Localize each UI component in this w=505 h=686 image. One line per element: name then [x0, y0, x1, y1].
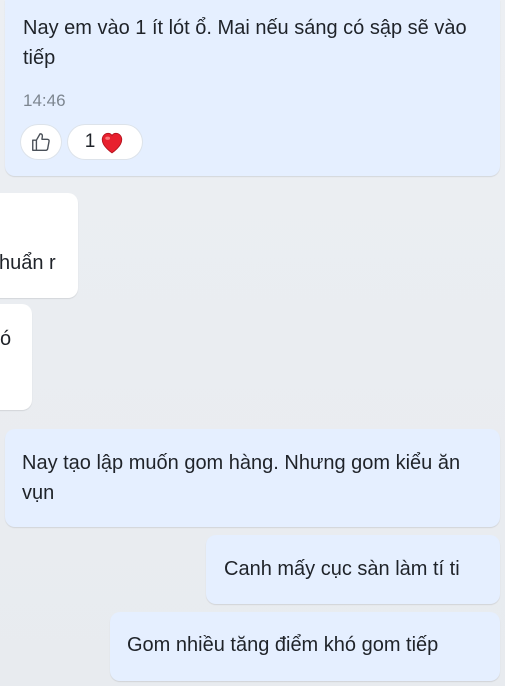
message-bubble-own[interactable]: Nay tạo lập muốn gom hàng. Nhưng gom kiể…	[5, 429, 500, 527]
heart-icon	[102, 132, 123, 154]
message-bubble-own[interactable]: Canh mấy cục sàn làm tí ti	[206, 535, 500, 604]
reaction-count: 1	[84, 131, 96, 152]
message-text: Nay tạo lập muốn gom hàng. Nhưng gom kiể…	[22, 452, 466, 504]
message-text: Gom nhiều tăng điểm khó gom tiếp	[127, 634, 439, 656]
message-text: huẩn r	[0, 252, 56, 274]
like-reaction-button[interactable]	[21, 125, 61, 159]
message-bubble-own[interactable]: Gom nhiều tăng điểm khó gom tiếp	[110, 612, 500, 681]
heart-reaction-count[interactable]: 1	[68, 125, 142, 159]
message-time: 14:46	[23, 91, 66, 110]
message-bubble-own[interactable]: Nay em vào 1 ít lót ổ. Mai nếu sáng có s…	[5, 0, 500, 176]
message-text: Canh mấy cục sàn làm tí ti	[224, 558, 460, 580]
message-text: Nay em vào 1 ít lót ổ. Mai nếu sáng có s…	[23, 17, 473, 69]
thumbs-up-icon	[32, 133, 50, 151]
message-bubble-other[interactable]: ó	[0, 304, 32, 410]
message-bubble-other[interactable]: huẩn r	[0, 193, 78, 298]
chat-area: Nay em vào 1 ít lót ổ. Mai nếu sáng có s…	[0, 0, 505, 686]
message-text: ó	[0, 328, 12, 350]
